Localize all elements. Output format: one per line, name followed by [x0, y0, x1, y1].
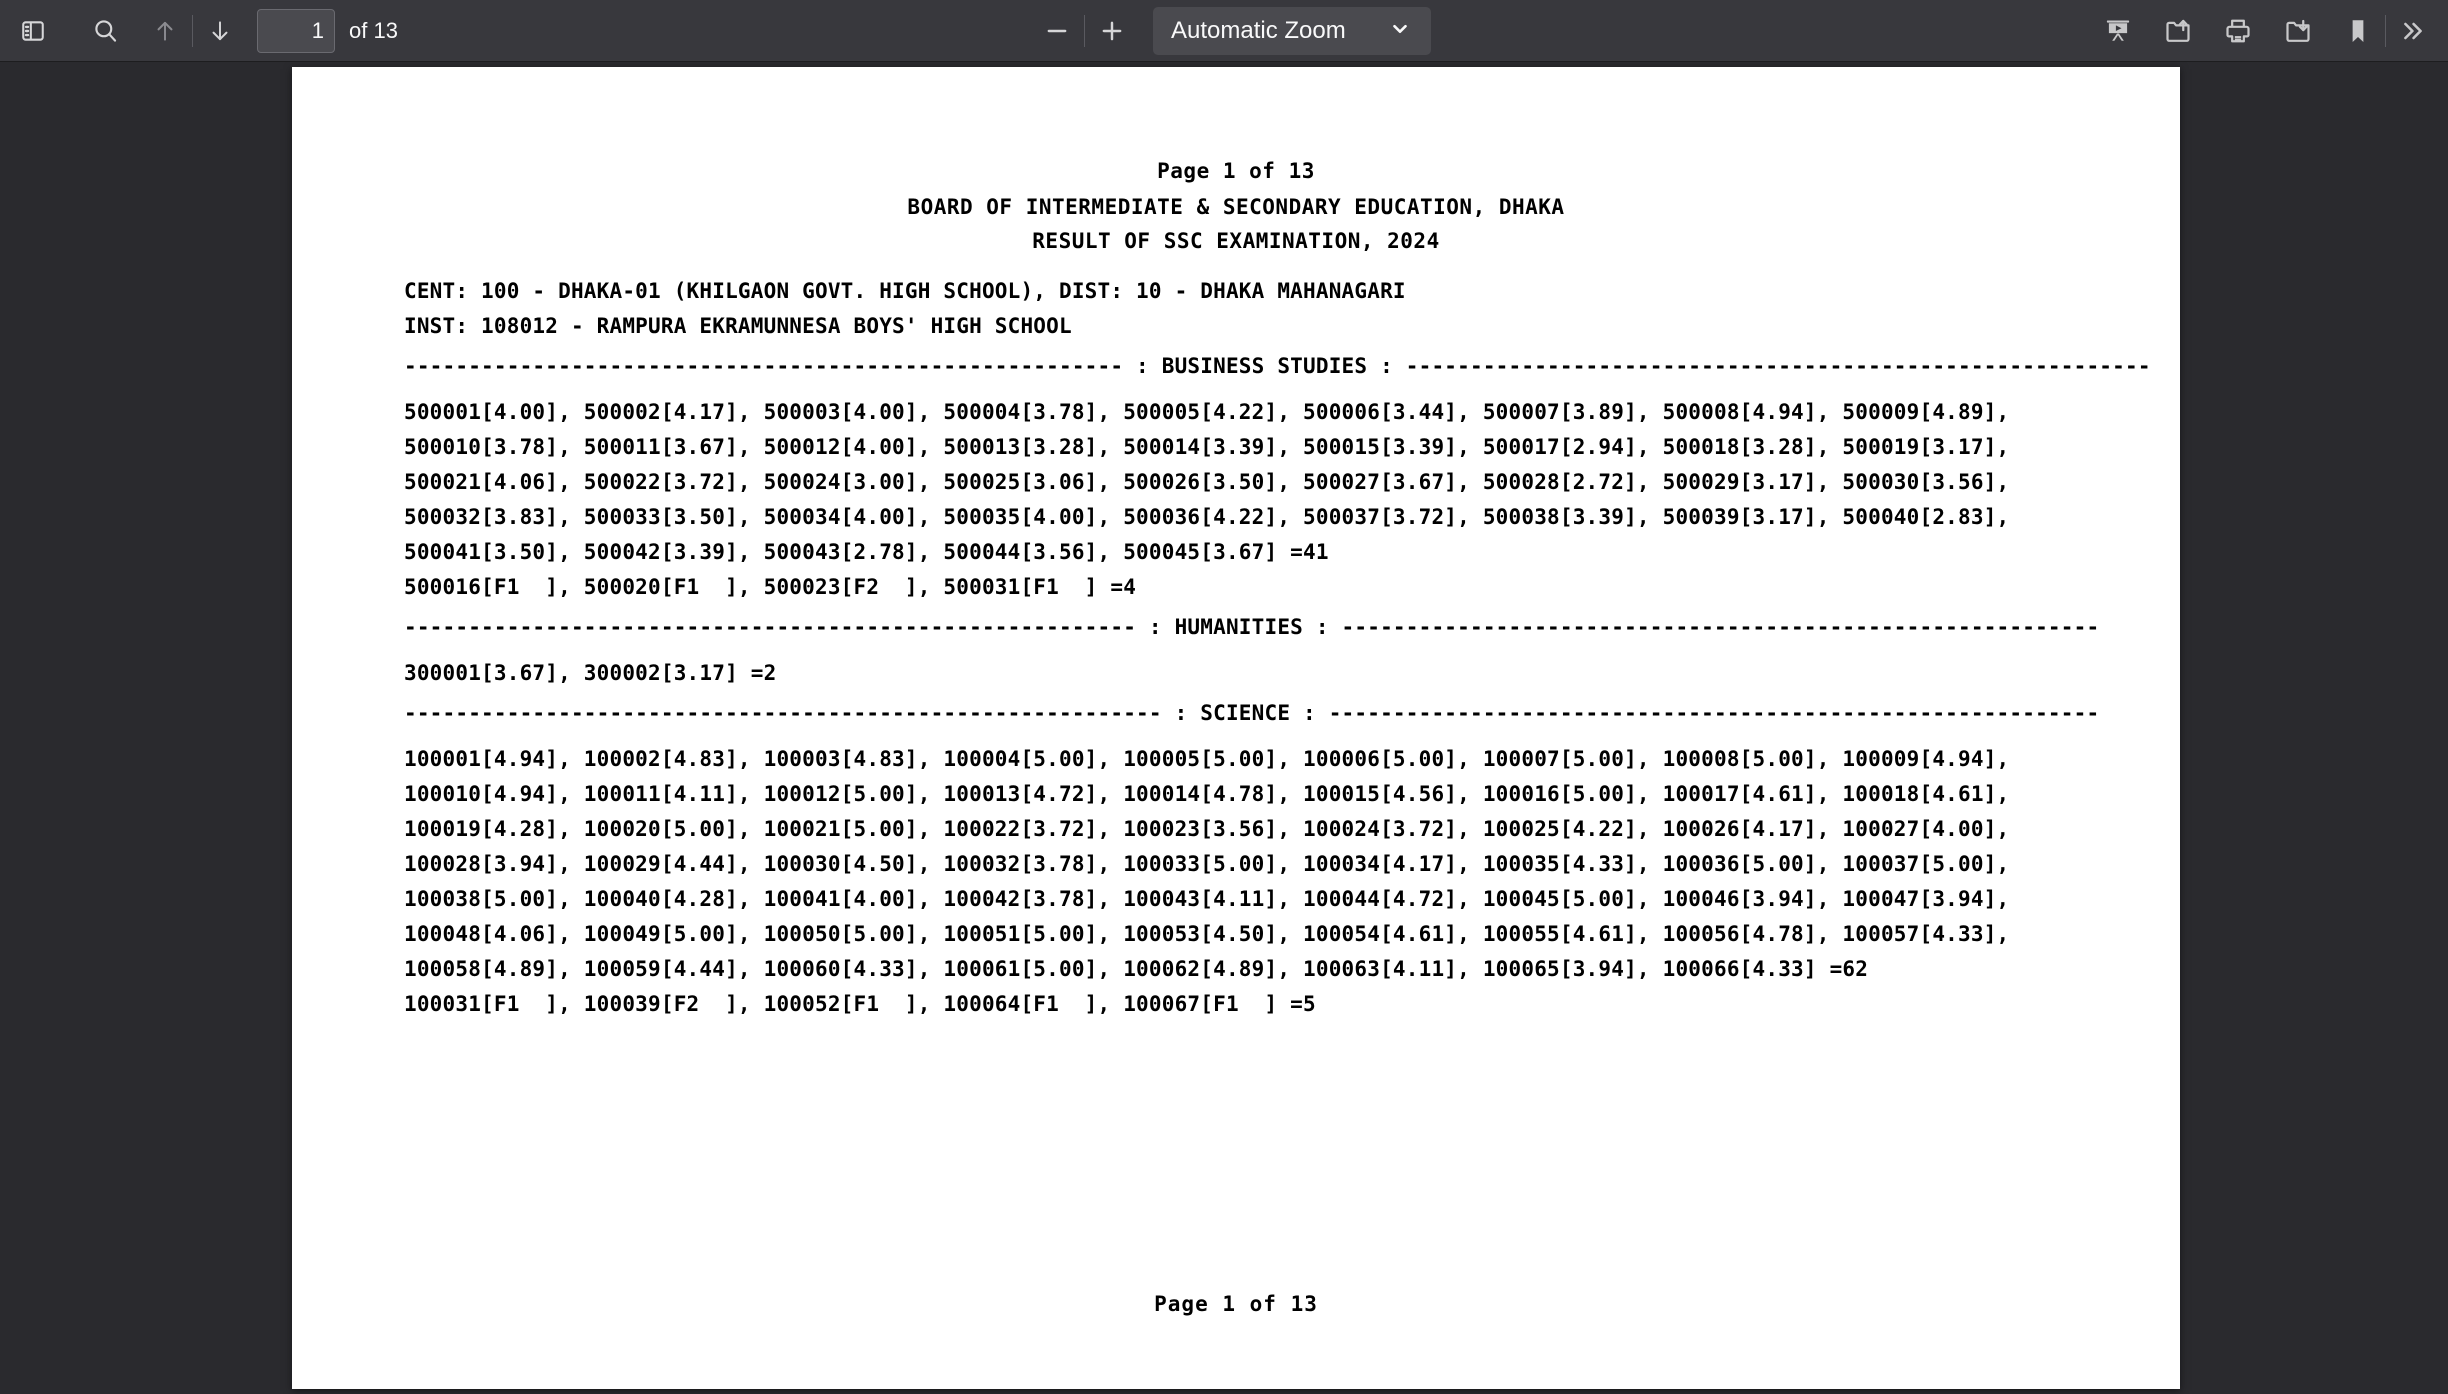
section-rule-business-studies: ----------------------------------------…	[404, 354, 2151, 378]
page-text-layer: Page 1 of 13 BOARD OF INTERMEDIATE & SEC…	[292, 67, 2180, 1316]
section-data-science: 100001[4.94], 100002[4.83], 100003[4.83]…	[292, 747, 2180, 1016]
result-line: 100058[4.89], 100059[4.44], 100060[4.33]…	[404, 957, 1869, 981]
document-meta: CENT: 100 - DHAKA-01 (KHILGAON GOVT. HIG…	[292, 279, 2180, 338]
document-header: Page 1 of 13 BOARD OF INTERMEDIATE & SEC…	[292, 159, 2180, 253]
pdf-toolbar: of 13 Automatic Zoom	[0, 0, 2448, 62]
section-rule-science: ----------------------------------------…	[404, 701, 2100, 725]
fail-line: 100031[F1 ], 100039[F2 ], 100052[F1 ], 1…	[404, 992, 1316, 1016]
search-icon[interactable]	[82, 8, 128, 54]
page-count-label: of 13	[349, 17, 398, 43]
presentation-mode-icon[interactable]	[2095, 8, 2141, 54]
pdf-viewer-area[interactable]: Page 1 of 13 BOARD OF INTERMEDIATE & SEC…	[0, 62, 2448, 1394]
double-chevron-right-icon[interactable]	[2390, 8, 2436, 54]
section-data-business-studies: 500001[4.00], 500002[4.17], 500003[4.00]…	[292, 400, 2180, 599]
page-number-input[interactable]	[257, 8, 335, 53]
plus-icon[interactable]	[1089, 8, 1135, 54]
toolbar-divider	[1084, 15, 1085, 47]
result-line: 100019[4.28], 100020[5.00], 100021[5.00]…	[404, 817, 2010, 841]
toolbar-left-group: of 13	[0, 8, 398, 54]
zoom-level-select[interactable]: Automatic Zoom	[1153, 7, 1431, 55]
meta-institution-line: INST: 108012 - RAMPURA EKRAMUNNESA BOYS'…	[404, 314, 1072, 338]
result-line: 100001[4.94], 100002[4.83], 100003[4.83]…	[404, 747, 2010, 771]
pdf-page-1: Page 1 of 13 BOARD OF INTERMEDIATE & SEC…	[292, 67, 2180, 1389]
minus-icon[interactable]	[1034, 8, 1080, 54]
result-line: 100010[4.94], 100011[4.11], 100012[5.00]…	[404, 782, 2010, 806]
result-line: 100028[3.94], 100029[4.44], 100030[4.50]…	[404, 852, 2010, 876]
toolbar-divider	[192, 14, 193, 47]
chevron-down-icon	[1389, 18, 1411, 45]
result-line: 300001[3.67], 300002[3.17] =2	[404, 661, 777, 685]
page-footer: Page 1 of 13	[1154, 1292, 1318, 1316]
meta-center-line: CENT: 100 - DHAKA-01 (KHILGAON GOVT. HIG…	[404, 279, 1406, 303]
header-board-line: BOARD OF INTERMEDIATE & SECONDARY EDUCAT…	[907, 195, 1565, 219]
result-line: 100048[4.06], 100049[5.00], 100050[5.00]…	[404, 922, 2010, 946]
arrow-down-icon[interactable]	[197, 8, 243, 54]
toolbar-right-group	[2095, 0, 2436, 62]
header-page-indicator: Page 1 of 13	[1157, 159, 1315, 183]
toolbar-divider	[2385, 15, 2386, 47]
result-line: 500010[3.78], 500011[3.67], 500012[4.00]…	[404, 435, 2010, 459]
open-file-icon[interactable]	[2155, 8, 2201, 54]
result-line: 500001[4.00], 500002[4.17], 500003[4.00]…	[404, 400, 2010, 424]
print-icon[interactable]	[2215, 8, 2261, 54]
toolbar-zoom-group: Automatic Zoom	[1034, 0, 1431, 62]
header-result-line: RESULT OF SSC EXAMINATION, 2024	[1032, 229, 1440, 253]
result-line: 500041[3.50], 500042[3.39], 500043[2.78]…	[404, 540, 1329, 564]
save-file-icon[interactable]	[2275, 8, 2321, 54]
sidebar-toggle-icon[interactable]	[10, 8, 56, 54]
fail-line: 500016[F1 ], 500020[F1 ], 500023[F2 ], 5…	[404, 575, 1137, 599]
result-line: 500021[4.06], 500022[3.72], 500024[3.00]…	[404, 470, 2010, 494]
result-line: 500032[3.83], 500033[3.50], 500034[4.00]…	[404, 505, 2010, 529]
arrow-up-icon[interactable]	[142, 8, 188, 54]
section-rule-humanities: ----------------------------------------…	[404, 615, 2100, 639]
zoom-level-label: Automatic Zoom	[1171, 17, 1346, 44]
section-data-humanities: 300001[3.67], 300002[3.17] =2	[292, 661, 2180, 685]
result-line: 100038[5.00], 100040[4.28], 100041[4.00]…	[404, 887, 2010, 911]
bookmark-icon[interactable]	[2335, 8, 2381, 54]
